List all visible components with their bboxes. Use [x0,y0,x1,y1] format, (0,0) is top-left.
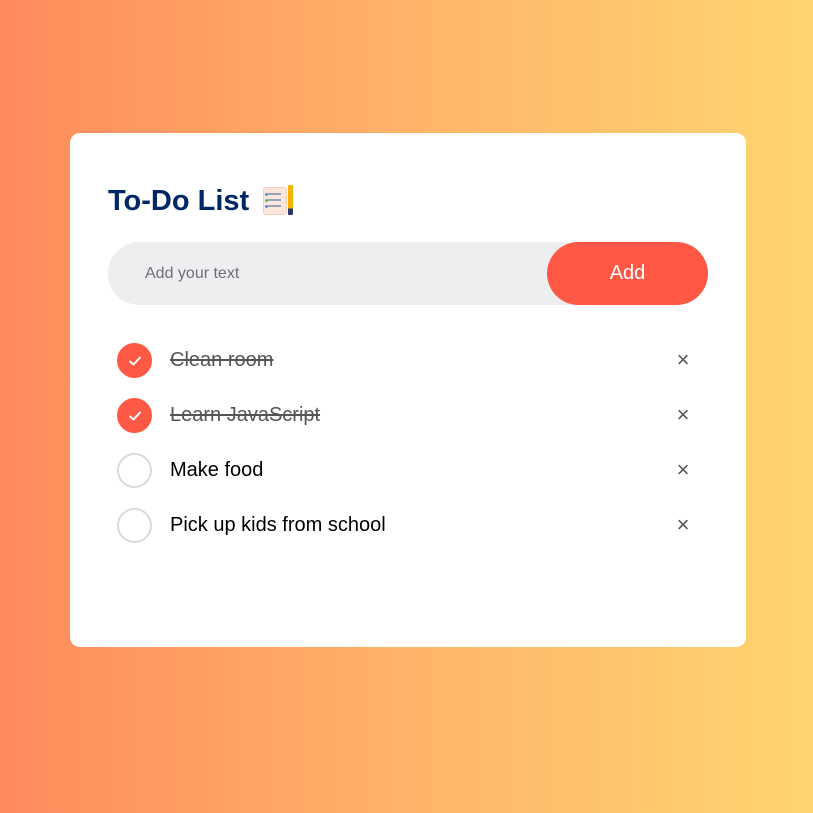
todo-text: Clean room [170,349,274,371]
close-icon[interactable]: × [673,457,693,483]
todo-text: Pick up kids from school [170,514,386,536]
todo-item[interactable]: Make food × [108,443,708,498]
checkbox[interactable] [117,398,152,433]
add-button[interactable]: Add [547,242,708,305]
checkbox[interactable] [117,508,152,543]
todo-card: To-Do List Add Clean room × Learn JavaSc… [70,133,746,647]
task-input[interactable] [108,242,548,305]
todo-item[interactable]: Learn JavaScript × [108,388,708,443]
todo-text: Learn JavaScript [170,404,321,426]
todo-text: Make food [170,459,264,481]
header: To-Do List [108,183,708,219]
todo-list: Clean room × Learn JavaScript × Make foo… [108,333,708,553]
add-task-row: Add [108,242,708,305]
page-title: To-Do List [108,184,250,217]
checkbox[interactable] [117,453,152,488]
todo-item[interactable]: Clean room × [108,333,708,388]
check-icon [128,356,141,365]
check-icon [128,411,141,420]
notepad-icon [263,185,294,217]
close-icon[interactable]: × [673,347,693,373]
checkbox[interactable] [117,343,152,378]
close-icon[interactable]: × [673,402,693,428]
todo-item[interactable]: Pick up kids from school × [108,498,708,553]
close-icon[interactable]: × [673,512,693,538]
